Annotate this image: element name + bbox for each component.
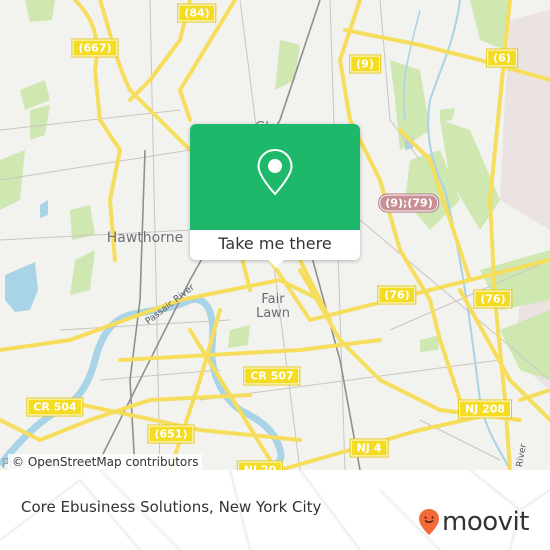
route-shield-9-79: (9);(79) (378, 193, 440, 213)
take-me-there-popup[interactable]: Take me there (190, 124, 360, 268)
location-pin-icon (257, 148, 293, 196)
place-label-fair-lawn: Fair Lawn (255, 292, 291, 321)
route-shield-6: (6) (486, 48, 518, 68)
moovit-pin-icon (419, 509, 439, 535)
route-shield-76-a: (76) (377, 285, 417, 305)
route-shield-nj4: NJ 4 (349, 438, 389, 458)
location-title: Core Ebusiness Solutions, New York City (21, 498, 322, 516)
route-shield-651: (651) (147, 424, 195, 444)
route-shield-nj208: NJ 208 (457, 399, 513, 419)
map-attribution[interactable]: © OpenStreetMap contributors (8, 454, 203, 470)
route-shield-nj20: NJ 20 (236, 460, 284, 470)
map-view[interactable]: (84) (667) (9) (6) (9);(79) (76) (76) CR… (0, 0, 550, 470)
route-shield-cr504: CR 504 (26, 397, 84, 417)
moovit-logo[interactable]: moovit (418, 508, 529, 536)
popup-header (190, 124, 360, 230)
route-shield-667: (667) (71, 38, 119, 58)
popup-pointer (268, 260, 284, 268)
take-me-there-button[interactable]: Take me there (190, 230, 360, 260)
route-shield-76-b: (76) (473, 289, 513, 309)
route-shield-9: (9) (349, 54, 381, 74)
moovit-wordmark: moovit (442, 507, 529, 537)
place-label-hawthorne: Hawthorne (106, 230, 184, 246)
route-shield-84: (84) (177, 3, 217, 23)
footer-bar: Core Ebusiness Solutions, New York City … (0, 470, 550, 550)
route-shield-cr507: CR 507 (243, 366, 301, 386)
